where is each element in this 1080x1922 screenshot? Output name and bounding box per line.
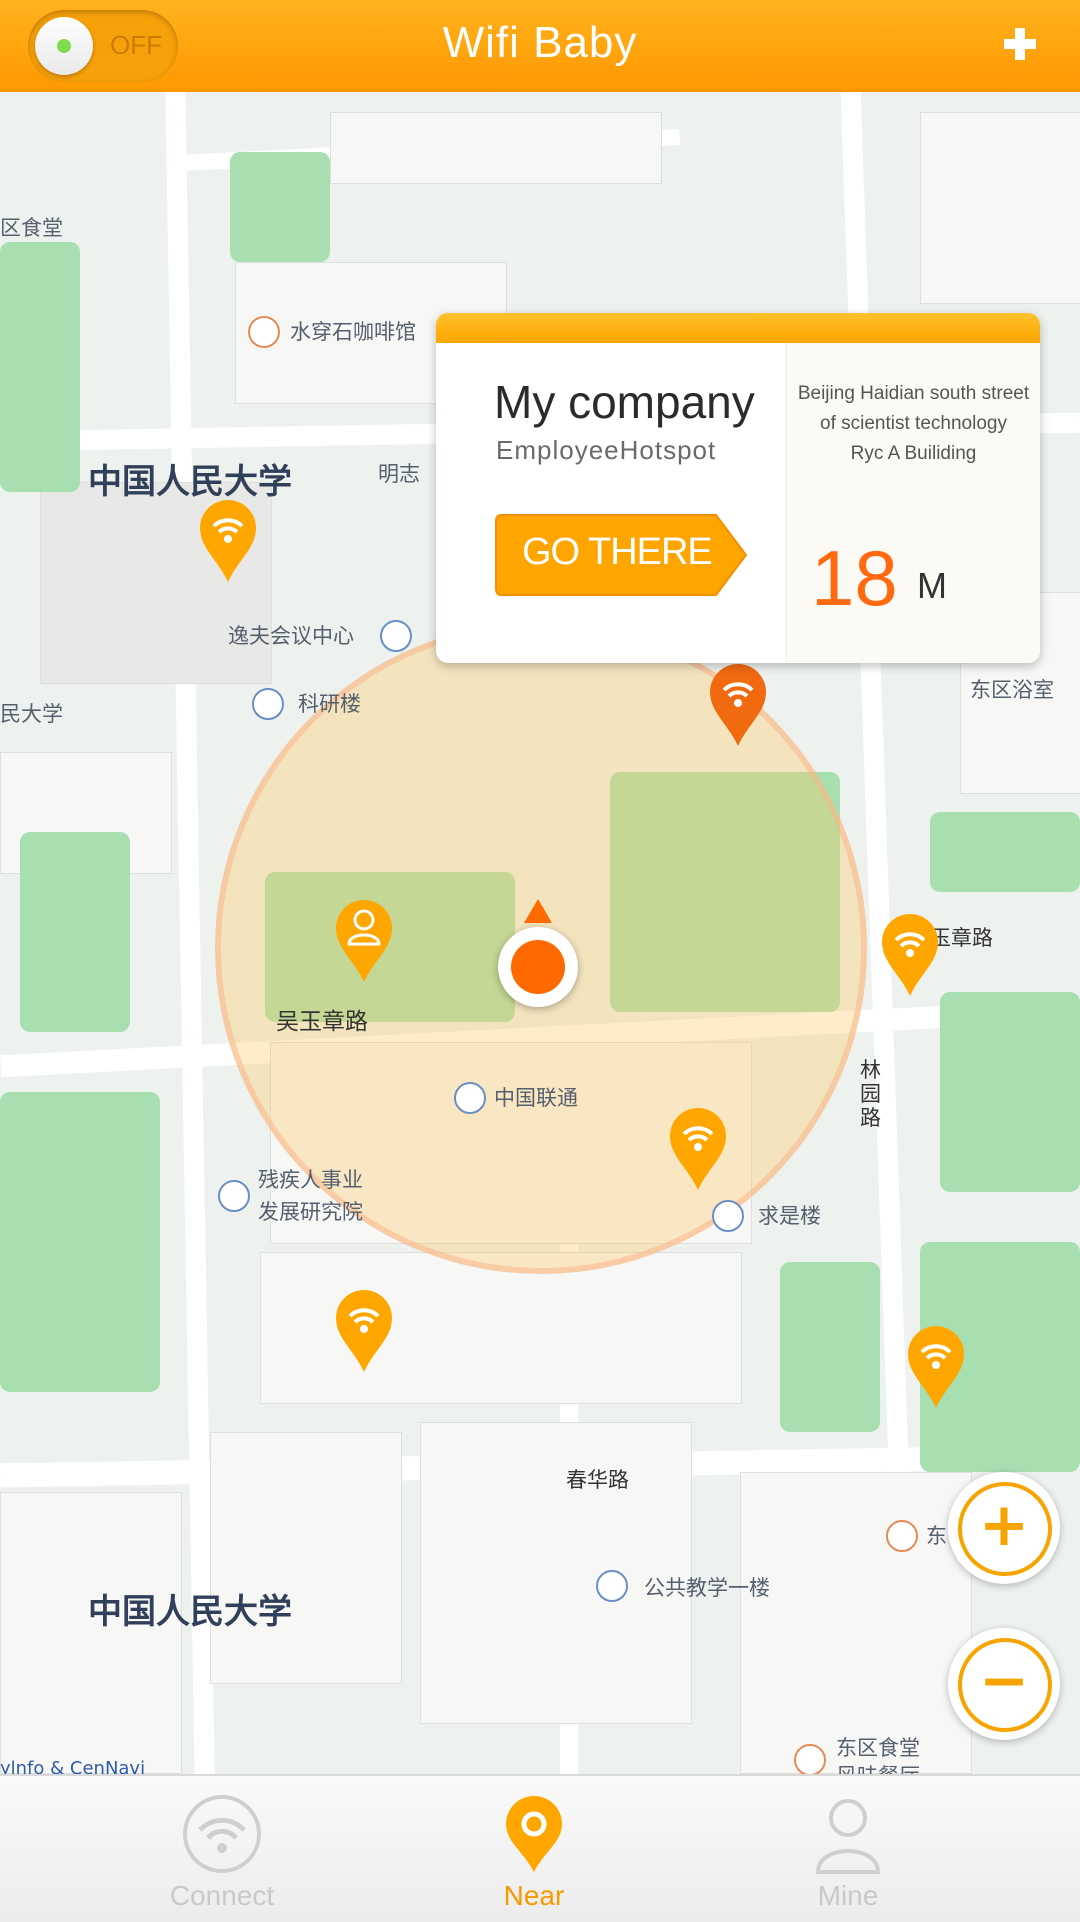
wifi-hotspot-pin[interactable] [904,1324,968,1410]
building [210,1432,402,1684]
map-label: 吴玉章路 [276,1009,368,1035]
building-icon [454,1082,486,1114]
park [20,832,130,1032]
bottom-tab-bar: Connect Near Mine [0,1774,1080,1922]
hotspot-name: My company [494,376,755,428]
map-label: 水穿石咖啡馆 [290,320,416,344]
map-label: 林园路 [860,1058,881,1130]
zoom-in-button[interactable]: + [948,1472,1060,1584]
map-label: 科研楼 [298,692,361,716]
park [780,1262,880,1432]
building-icon [218,1180,250,1212]
hotspot-info-card: My company EmployeeHotspot GO THERE Beij… [436,313,1040,663]
park [930,812,1080,892]
park [0,1092,160,1392]
tab-label: Mine [817,1880,879,1911]
map-label: 求是楼 [758,1204,821,1228]
map-label: 区食堂 [0,216,63,240]
building-icon [380,620,412,652]
person-icon [815,1799,881,1874]
map-label: 东区浴室 [970,678,1054,702]
tab-label: Near [503,1880,565,1911]
building [330,112,662,184]
wifi-pin-icon [336,1290,392,1372]
distance-unit: M [917,565,947,606]
map-label: 春华路 [566,1468,629,1492]
go-there-button[interactable]: GO THERE [494,513,750,597]
person-pin-icon [336,900,392,982]
map-label: 东 [926,1524,947,1548]
hotspot-subtitle: EmployeeHotspot [496,435,717,465]
wifi-hotspot-pin[interactable] [332,1288,396,1374]
wifi-hotspot-pin[interactable] [196,498,260,584]
address-line: Ryc A Builiding [850,443,977,464]
tab-near[interactable]: Near [434,1776,634,1922]
hotspot-details-panel: Beijing Haidian south street of scientis… [786,343,1040,663]
wifi-pin-icon [882,914,938,996]
building-icon [252,688,284,720]
map-label: 东区食堂 [836,1736,920,1760]
plus-icon: + [978,1490,1030,1560]
park [230,152,330,262]
heading-arrow-icon [524,899,552,923]
park [0,242,80,492]
wifi-pin-icon [908,1326,964,1408]
address-line: Beijing Haidian south street [797,383,1030,404]
zoom-out-button[interactable]: − [948,1628,1060,1740]
app-title: Wifi Baby [442,18,638,67]
wifi-pin-icon [200,500,256,582]
tab-label: Connect [169,1880,275,1911]
address-line: of scientist technology [820,413,1007,434]
building-icon [712,1200,744,1232]
app-header: OFF Wifi Baby [0,0,1080,92]
map-label: 中国人民大学 [88,1592,292,1632]
map-label: 发展研究院 [258,1200,363,1224]
map-attribution: ylnfo & CenNavi [0,1758,146,1774]
wifi-pin-icon [710,664,766,746]
park [940,992,1080,1192]
map-label: 逸夫会议中心 [228,624,354,648]
map-label: 残疾人事业 [258,1168,363,1192]
wifi-hotspot-pin-selected[interactable] [706,662,770,748]
tab-connect[interactable]: Connect [122,1776,322,1922]
minus-icon: − [978,1646,1030,1716]
map-label: 中国人民大学 [88,462,292,502]
map-label: 民大学 [0,702,63,726]
building [740,1472,972,1774]
distance-value: 18 [811,534,898,622]
current-location-marker [498,899,578,1007]
hotspot-address: Beijing Haidian south street of scientis… [791,379,1036,469]
building [920,112,1080,304]
add-button[interactable] [994,18,1046,70]
wifi-pin-icon [670,1108,726,1190]
map-label: 风味餐厅 [836,1760,920,1774]
friend-pin[interactable] [332,898,396,984]
building-icon [596,1570,628,1602]
restaurant-icon [886,1520,918,1552]
cafe-icon [248,316,280,348]
restaurant-icon [794,1744,826,1774]
card-header-band [436,313,1040,343]
location-dot [511,940,565,994]
location-pin-icon [506,1796,562,1872]
map-label: 明志 [378,462,420,486]
wifi-icon [183,1795,261,1873]
wifi-hotspot-pin[interactable] [878,912,942,998]
map-label: 公共教学一楼 [644,1576,770,1600]
building [0,1492,182,1774]
map-label: 中国联通 [494,1086,578,1110]
wifi-hotspot-pin[interactable] [666,1106,730,1192]
go-there-label: GO THERE [522,531,713,573]
tab-mine[interactable]: Mine [748,1776,948,1922]
plus-icon [1004,28,1036,60]
